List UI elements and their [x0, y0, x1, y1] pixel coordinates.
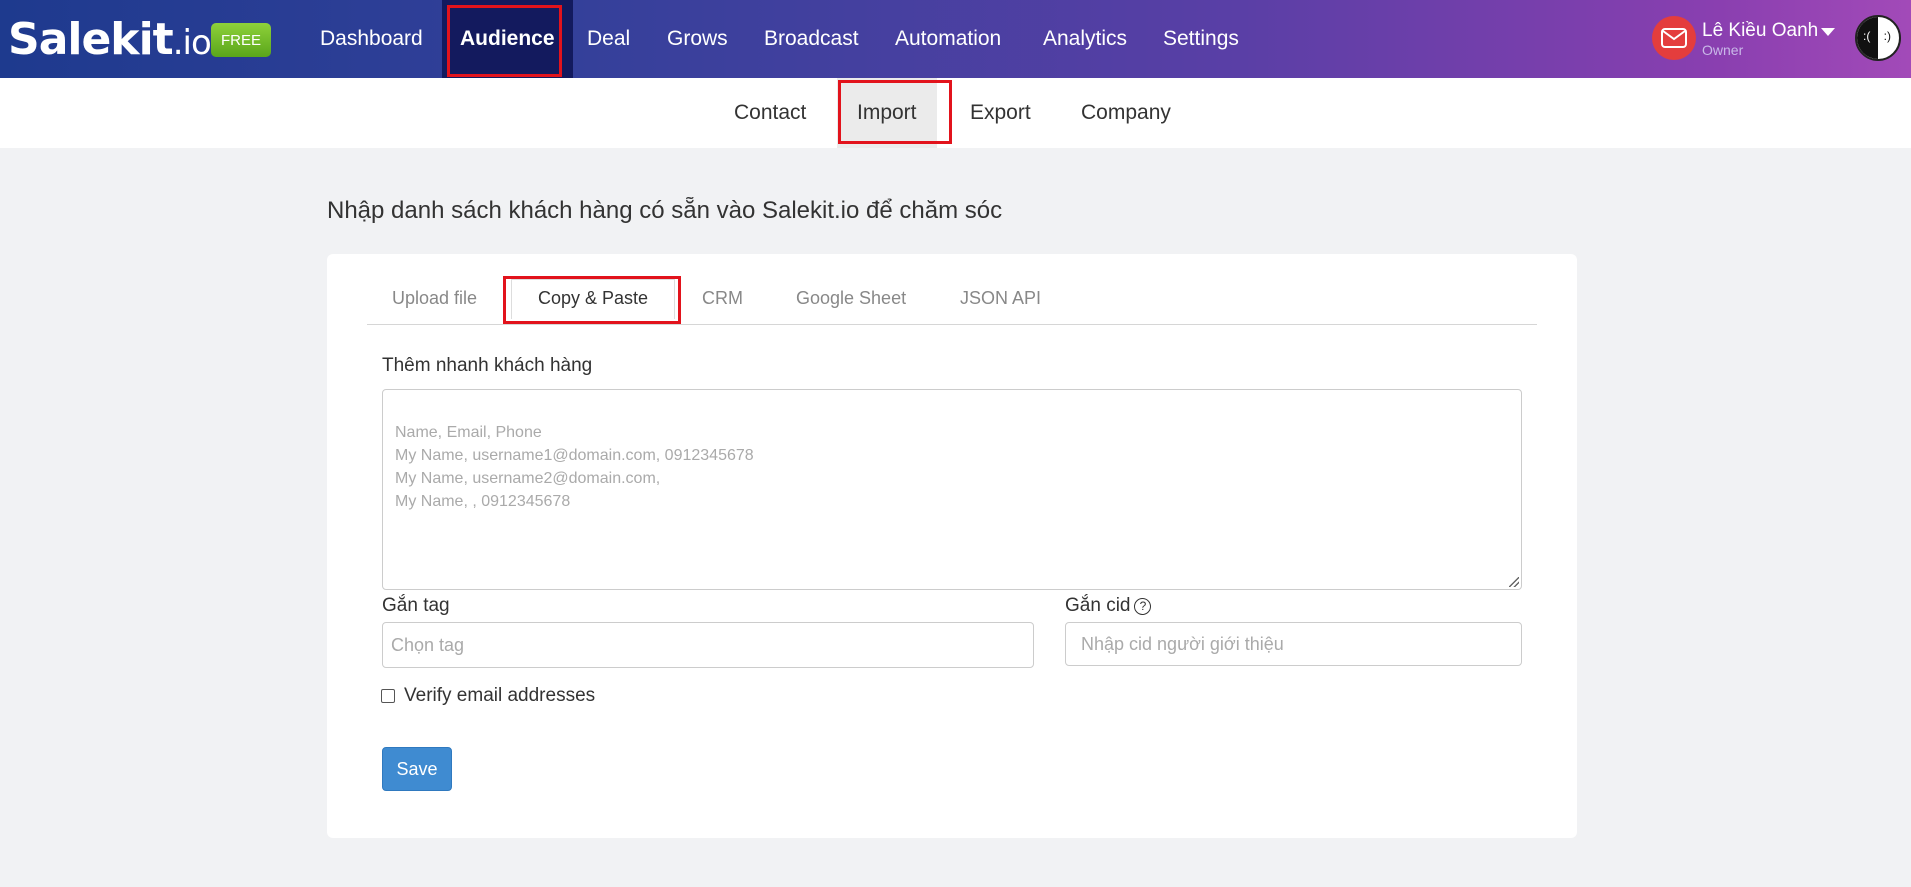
verify-email-label[interactable]: Verify email addresses [404, 685, 595, 707]
user-name[interactable]: Lê Kiều Oanh [1702, 20, 1818, 42]
avatar-right-face: :) [1883, 29, 1891, 43]
resize-grip-icon[interactable] [1509, 577, 1519, 587]
tabs-divider [367, 324, 1537, 325]
nav-settings[interactable]: Settings [1163, 0, 1239, 78]
chevron-down-icon[interactable] [1821, 28, 1835, 36]
quick-add-placeholder: Name, Email, Phone My Name, username1@do… [395, 424, 754, 510]
tab-crm[interactable]: CRM [702, 288, 743, 309]
subnav-contact[interactable]: Contact [734, 78, 806, 148]
user-avatar[interactable]: :( :) [1855, 15, 1901, 61]
nav-automation[interactable]: Automation [895, 0, 1001, 78]
cid-placeholder: Nhập cid người giới thiệu [1081, 633, 1284, 654]
mail-icon[interactable] [1652, 16, 1696, 60]
page-title: Nhập danh sách khách hàng có sẵn vào Sal… [327, 197, 1003, 224]
nav-dashboard[interactable]: Dashboard [320, 0, 423, 78]
plan-badge: FREE [211, 23, 271, 57]
subnav-import[interactable]: Import [837, 78, 937, 148]
tab-json-api[interactable]: JSON API [960, 288, 1041, 309]
avatar-left-face: :( [1863, 29, 1871, 43]
nav-grows[interactable]: Grows [667, 0, 728, 78]
tag-select[interactable]: Chọn tag [382, 622, 1034, 668]
subnav-export[interactable]: Export [970, 78, 1031, 148]
nav-audience[interactable]: Audience [442, 0, 573, 78]
cid-label: Gắn cid? [1065, 595, 1152, 617]
tag-label: Gắn tag [382, 595, 450, 616]
nav-analytics[interactable]: Analytics [1043, 0, 1127, 78]
save-button[interactable]: Save [382, 747, 452, 791]
sub-navbar [0, 78, 1911, 148]
tab-google-sheet[interactable]: Google Sheet [796, 288, 906, 309]
quick-add-label: Thêm nhanh khách hàng [382, 355, 593, 376]
tab-upload-file[interactable]: Upload file [392, 288, 477, 309]
cid-input[interactable]: Nhập cid người giới thiệu [1065, 622, 1522, 666]
salekit-logo[interactable]: Salekit.io [8, 14, 212, 65]
tab-copy-paste[interactable]: Copy & Paste [511, 279, 676, 319]
user-role: Owner [1702, 42, 1744, 58]
nav-broadcast[interactable]: Broadcast [764, 0, 859, 78]
tag-placeholder: Chọn tag [391, 634, 465, 655]
subnav-company[interactable]: Company [1081, 78, 1171, 148]
quick-add-textarea[interactable]: Name, Email, Phone My Name, username1@do… [382, 389, 1522, 590]
nav-deal[interactable]: Deal [587, 0, 630, 78]
help-icon[interactable]: ? [1134, 597, 1152, 615]
verify-email-checkbox[interactable] [381, 689, 395, 703]
